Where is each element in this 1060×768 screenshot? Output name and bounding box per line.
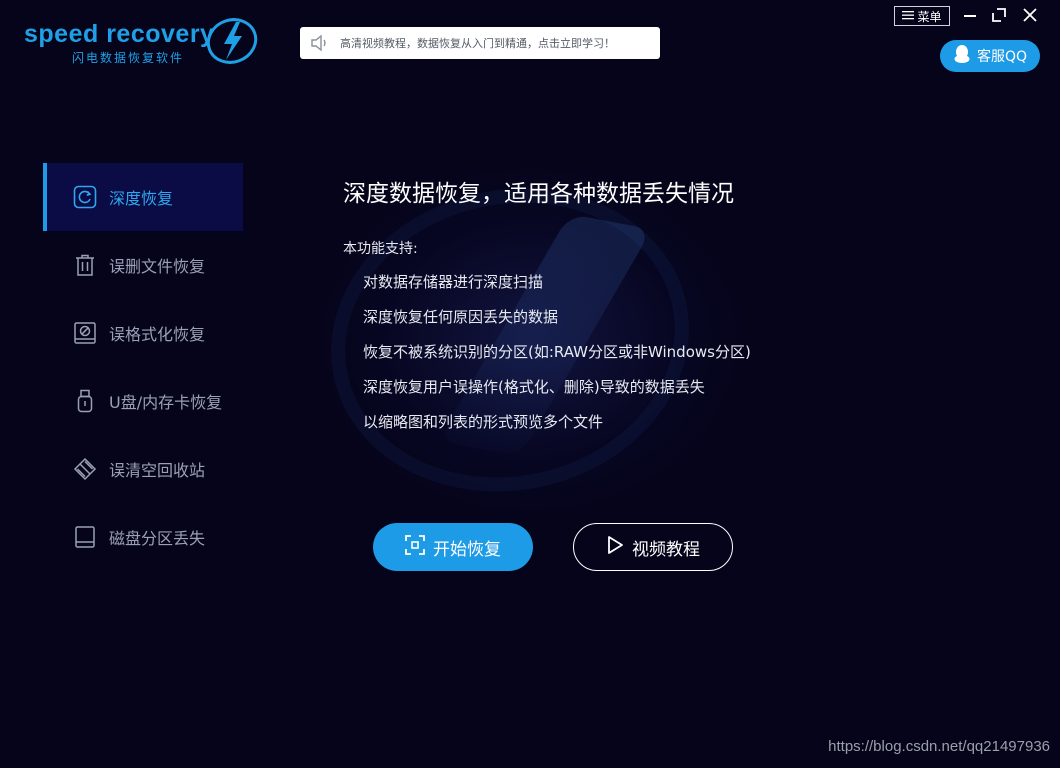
start-recovery-button[interactable]: 开始恢复 xyxy=(373,523,533,571)
menu-label: 菜单 xyxy=(917,9,942,24)
watermark: https://blog.csdn.net/qq21497936 xyxy=(828,738,1050,755)
close-button[interactable] xyxy=(1018,5,1042,27)
qq-support-label: 客服QQ xyxy=(976,49,1028,65)
sidebar-item-label: 深度恢复 xyxy=(109,189,174,208)
close-icon xyxy=(1023,7,1037,26)
sidebar-item-partition-lost[interactable]: 磁盘分区丢失 xyxy=(43,503,243,571)
maximize-button[interactable] xyxy=(987,5,1011,27)
video-tutorial-button[interactable]: 视频教程 xyxy=(573,523,733,571)
sidebar-item-label: U盘/内存卡恢复 xyxy=(109,393,223,412)
feature-support-label: 本功能支持: xyxy=(343,241,418,257)
sidebar-item-label: 误格式化恢复 xyxy=(109,325,206,344)
qq-penguin-icon xyxy=(953,44,971,68)
recycle-bin-icon xyxy=(73,457,97,481)
sidebar-item-label: 误清空回收站 xyxy=(109,461,206,480)
list-item: 以缩略图和列表的形式预览多个文件 xyxy=(363,413,604,431)
qq-support-button[interactable]: 客服QQ xyxy=(940,40,1040,72)
sidebar-item-usb-recovery[interactable]: U盘/内存卡恢复 xyxy=(43,367,243,435)
lightning-bolt-icon xyxy=(204,16,260,66)
brand-name: speed recovery xyxy=(24,20,215,48)
brand-subtitle: 闪电数据恢复软件 xyxy=(72,51,185,65)
list-item: 恢复不被系统识别的分区(如:RAW分区或非Windows分区) xyxy=(363,343,751,361)
notice-text: 高清视频教程，数据恢复从入门到精通，点击立即学习！ xyxy=(340,37,615,50)
sidebar-item-format-recovery[interactable]: 误格式化恢复 xyxy=(43,299,243,367)
minimize-icon xyxy=(963,7,977,26)
app-logo: speed recovery 闪电数据恢复软件 xyxy=(24,18,264,70)
usb-drive-icon xyxy=(73,389,97,413)
speaker-icon xyxy=(300,34,340,52)
menu-lines-icon xyxy=(902,9,915,23)
sidebar-item-deleted-files[interactable]: 误删文件恢复 xyxy=(43,231,243,299)
video-tutorial-label: 视频教程 xyxy=(632,539,700,560)
page-title: 深度数据恢复，适用各种数据丢失情况 xyxy=(343,181,734,207)
list-item: 对数据存储器进行深度扫描 xyxy=(363,273,544,291)
sidebar: 深度恢复 误删文件恢复 误格式化恢复 U盘/内存卡恢复 误清空回收站 磁盘分区丢… xyxy=(43,163,243,571)
sidebar-item-deep-recovery[interactable]: 深度恢复 xyxy=(43,163,243,231)
minimize-button[interactable] xyxy=(958,5,982,27)
notice-bar[interactable]: 高清视频教程，数据恢复从入门到精通，点击立即学习！ xyxy=(300,27,660,59)
trash-icon xyxy=(73,253,97,277)
list-item: 深度恢复任何原因丢失的数据 xyxy=(363,308,559,326)
start-recovery-label: 开始恢复 xyxy=(433,539,501,560)
feature-list: 对数据存储器进行深度扫描 深度恢复任何原因丢失的数据 恢复不被系统识别的分区(如… xyxy=(363,271,751,446)
disk-partition-icon xyxy=(73,525,97,549)
deep-recovery-icon xyxy=(73,185,97,209)
sidebar-item-label: 磁盘分区丢失 xyxy=(109,529,206,548)
sidebar-item-label: 误删文件恢复 xyxy=(109,257,206,276)
menu-button[interactable]: 菜单 xyxy=(894,6,950,26)
scan-icon xyxy=(405,534,425,560)
maximize-icon xyxy=(992,7,1006,26)
format-disk-icon xyxy=(73,321,97,345)
sidebar-item-recycle-bin[interactable]: 误清空回收站 xyxy=(43,435,243,503)
list-item: 深度恢复用户误操作(格式化、删除)导致的数据丢失 xyxy=(363,378,705,396)
play-icon xyxy=(606,535,624,560)
